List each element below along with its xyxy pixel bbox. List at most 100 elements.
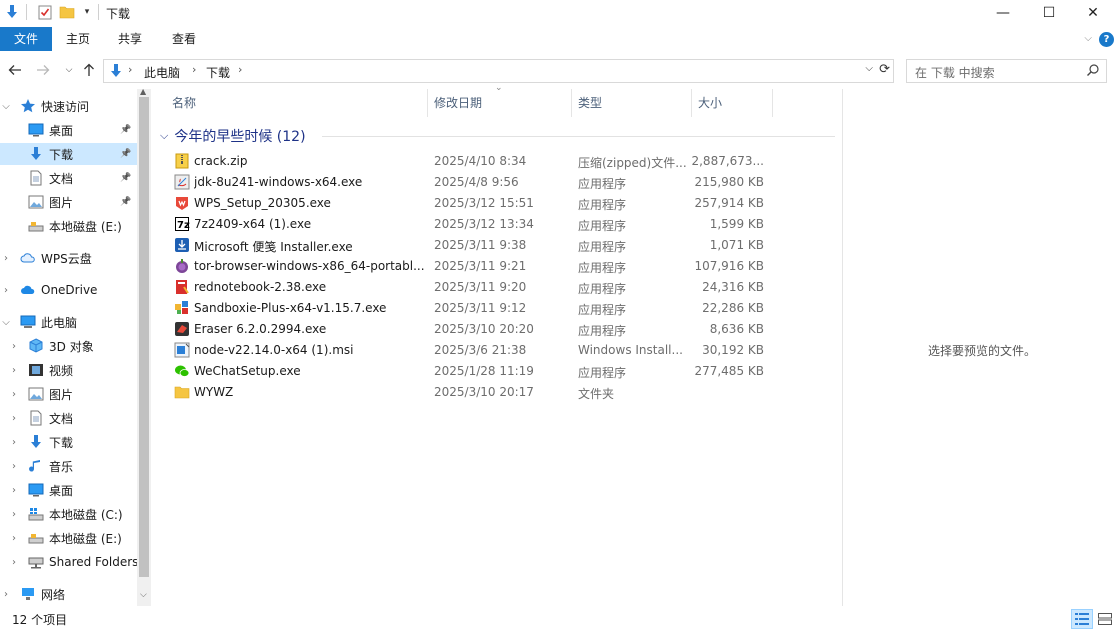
- tab-file[interactable]: 文件: [0, 27, 52, 51]
- address-bar[interactable]: › 此电脑 › 下载 › ⌵ ⟳: [103, 59, 894, 83]
- sidebar-item[interactable]: 文档 📌: [0, 167, 137, 189]
- recent-locations-button[interactable]: ⌵: [60, 61, 78, 79]
- properties-icon[interactable]: [36, 3, 54, 21]
- search-input[interactable]: 在 下载 中搜索: [915, 64, 995, 81]
- column-header-date[interactable]: 修改日期: [434, 89, 482, 117]
- maximize-button[interactable]: ☐: [1026, 0, 1072, 26]
- file-row[interactable]: jdk-8u241-windows-x64.exe 2025/4/8 9:56 应用…: [172, 172, 772, 193]
- pin-icon[interactable]: 📌: [120, 125, 131, 135]
- collapse-chevron-icon[interactable]: ›: [9, 461, 19, 472]
- scroll-down-icon[interactable]: ⌵: [140, 590, 147, 600]
- scroll-up-icon[interactable]: ▲: [140, 87, 146, 96]
- file-row[interactable]: rednotebook-2.38.exe 2025/3/11 9:20 应用程序 24…: [172, 277, 772, 298]
- sidebar-item[interactable]: › 文档: [0, 407, 137, 429]
- tab-view[interactable]: 查看: [159, 27, 209, 51]
- collapse-chevron-icon[interactable]: ›: [9, 437, 19, 448]
- forward-button[interactable]: [34, 61, 52, 79]
- expand-ribbon-icon[interactable]: ⌵: [1084, 33, 1092, 44]
- sidebar-item-label: Shared Folders: [49, 555, 137, 569]
- sidebar-item[interactable]: 本地磁盘 (E:): [0, 215, 137, 237]
- large-icons-view-button[interactable]: [1094, 609, 1116, 629]
- back-button[interactable]: [6, 61, 24, 79]
- tab-home[interactable]: 主页: [53, 27, 103, 51]
- tor-icon: [174, 258, 190, 274]
- collapse-chevron-icon[interactable]: ›: [9, 389, 19, 400]
- sidebar-item[interactable]: › 桌面: [0, 479, 137, 501]
- collapse-chevron-icon[interactable]: ›: [1, 589, 11, 600]
- file-row[interactable]: Microsoft 便笺 Installer.exe 2025/3/11 9:38…: [172, 235, 772, 256]
- column-header-type[interactable]: 类型: [578, 89, 602, 117]
- sidebar-item[interactable]: › 下载: [0, 431, 137, 453]
- sidebar-item[interactable]: › 图片: [0, 383, 137, 405]
- column-divider[interactable]: [571, 89, 572, 117]
- search-box[interactable]: 在 下载 中搜索: [906, 59, 1107, 83]
- sidebar-item[interactable]: › WPS云盘: [0, 247, 137, 269]
- customize-toolbar-icon[interactable]: ▾: [78, 3, 96, 21]
- address-dropdown-icon[interactable]: ⌵: [865, 63, 873, 74]
- file-row[interactable]: tor-browser-windows-x86_64-portabl... 202…: [172, 256, 772, 277]
- file-date: 2025/3/10 20:17: [434, 385, 534, 399]
- scrollbar-thumb[interactable]: [139, 97, 149, 577]
- sidebar-item[interactable]: ⌵ 此电脑: [0, 311, 137, 333]
- breadcrumb-chevron-icon[interactable]: ›: [128, 63, 132, 76]
- preview-divider[interactable]: [842, 89, 843, 606]
- sidebar-item[interactable]: › Shared Folders: [0, 551, 137, 573]
- file-row[interactable]: crack.zip 2025/4/10 8:34 压缩(zipped)文件... 2,…: [172, 151, 772, 172]
- sidebar-item[interactable]: › 本地磁盘 (C:): [0, 503, 137, 525]
- column-header-name[interactable]: 名称: [172, 89, 196, 117]
- file-row[interactable]: node-v22.14.0-x64 (1).msi 2025/3/6 21:38 W…: [172, 340, 772, 361]
- collapse-chevron-icon[interactable]: ⌵: [160, 129, 168, 143]
- file-row[interactable]: Eraser 6.2.0.2994.exe 2025/3/10 20:20 应用程序…: [172, 319, 772, 340]
- 7zip-icon: 7z: [174, 216, 190, 232]
- minimize-button[interactable]: —: [980, 0, 1026, 26]
- file-row[interactable]: WeChatSetup.exe 2025/1/28 11:19 应用程序 277,48…: [172, 361, 772, 382]
- sidebar-item[interactable]: ⌵ 快速访问: [0, 95, 137, 117]
- collapse-chevron-icon[interactable]: ›: [9, 365, 19, 376]
- file-row[interactable]: WYWZ 2025/3/10 20:17 文件夹: [172, 382, 772, 403]
- collapse-chevron-icon[interactable]: ›: [9, 557, 19, 568]
- group-header[interactable]: ⌵ 今年的早些时候 (12): [160, 126, 306, 146]
- expand-chevron-icon[interactable]: ⌵: [1, 101, 11, 112]
- pin-icon[interactable]: 📌: [120, 149, 131, 159]
- new-folder-icon[interactable]: [58, 3, 76, 21]
- sidebar-item[interactable]: › 视频: [0, 359, 137, 381]
- collapse-chevron-icon[interactable]: ›: [9, 341, 19, 352]
- collapse-chevron-icon[interactable]: ›: [9, 533, 19, 544]
- navigation-scrollbar[interactable]: ▲ ⌵: [137, 87, 151, 606]
- expand-chevron-icon[interactable]: ⌵: [1, 317, 11, 328]
- collapse-chevron-icon[interactable]: ›: [9, 509, 19, 520]
- close-button[interactable]: ✕: [1070, 0, 1116, 26]
- download-arrow-icon[interactable]: [3, 3, 21, 21]
- sidebar-item[interactable]: › OneDrive: [0, 279, 137, 301]
- details-view-button[interactable]: [1071, 609, 1093, 629]
- collapse-chevron-icon[interactable]: ›: [9, 413, 19, 424]
- tab-share[interactable]: 共享: [105, 27, 155, 51]
- collapse-chevron-icon[interactable]: ›: [1, 285, 11, 296]
- column-header-size[interactable]: 大小: [698, 89, 722, 117]
- up-button[interactable]: [80, 61, 98, 79]
- collapse-chevron-icon[interactable]: ›: [9, 485, 19, 496]
- pin-icon[interactable]: 📌: [120, 173, 131, 183]
- breadcrumb-chevron-icon[interactable]: ›: [192, 63, 196, 76]
- breadcrumb-downloads[interactable]: 下载: [206, 64, 230, 81]
- breadcrumb-this-pc[interactable]: 此电脑: [144, 64, 180, 81]
- file-row[interactable]: 7z 7z2409-x64 (1).exe 2025/3/12 13:34 应用程序 1…: [172, 214, 772, 235]
- breadcrumb-chevron-icon[interactable]: ›: [238, 63, 242, 76]
- sidebar-item[interactable]: › 3D 对象: [0, 335, 137, 357]
- sidebar-item[interactable]: 图片 📌: [0, 191, 137, 213]
- pin-icon[interactable]: 📌: [120, 197, 131, 207]
- collapse-chevron-icon[interactable]: ›: [1, 253, 11, 264]
- file-row[interactable]: Sandboxie-Plus-x64-v1.15.7.exe 2025/3/11 …: [172, 298, 772, 319]
- help-button[interactable]: ?: [1099, 32, 1114, 47]
- column-divider[interactable]: [772, 89, 773, 117]
- sidebar-item[interactable]: › 本地磁盘 (E:): [0, 527, 137, 549]
- sidebar-item[interactable]: › 音乐: [0, 455, 137, 477]
- file-row[interactable]: WPS_Setup_20305.exe 2025/3/12 15:51 应用程序 25…: [172, 193, 772, 214]
- search-icon[interactable]: [1086, 63, 1100, 80]
- column-divider[interactable]: [427, 89, 428, 117]
- refresh-icon[interactable]: ⟳: [879, 62, 890, 77]
- sidebar-item[interactable]: › 网络: [0, 583, 137, 605]
- column-divider[interactable]: [691, 89, 692, 117]
- sidebar-item[interactable]: 下载 📌: [0, 143, 137, 165]
- sidebar-item[interactable]: 桌面 📌: [0, 119, 137, 141]
